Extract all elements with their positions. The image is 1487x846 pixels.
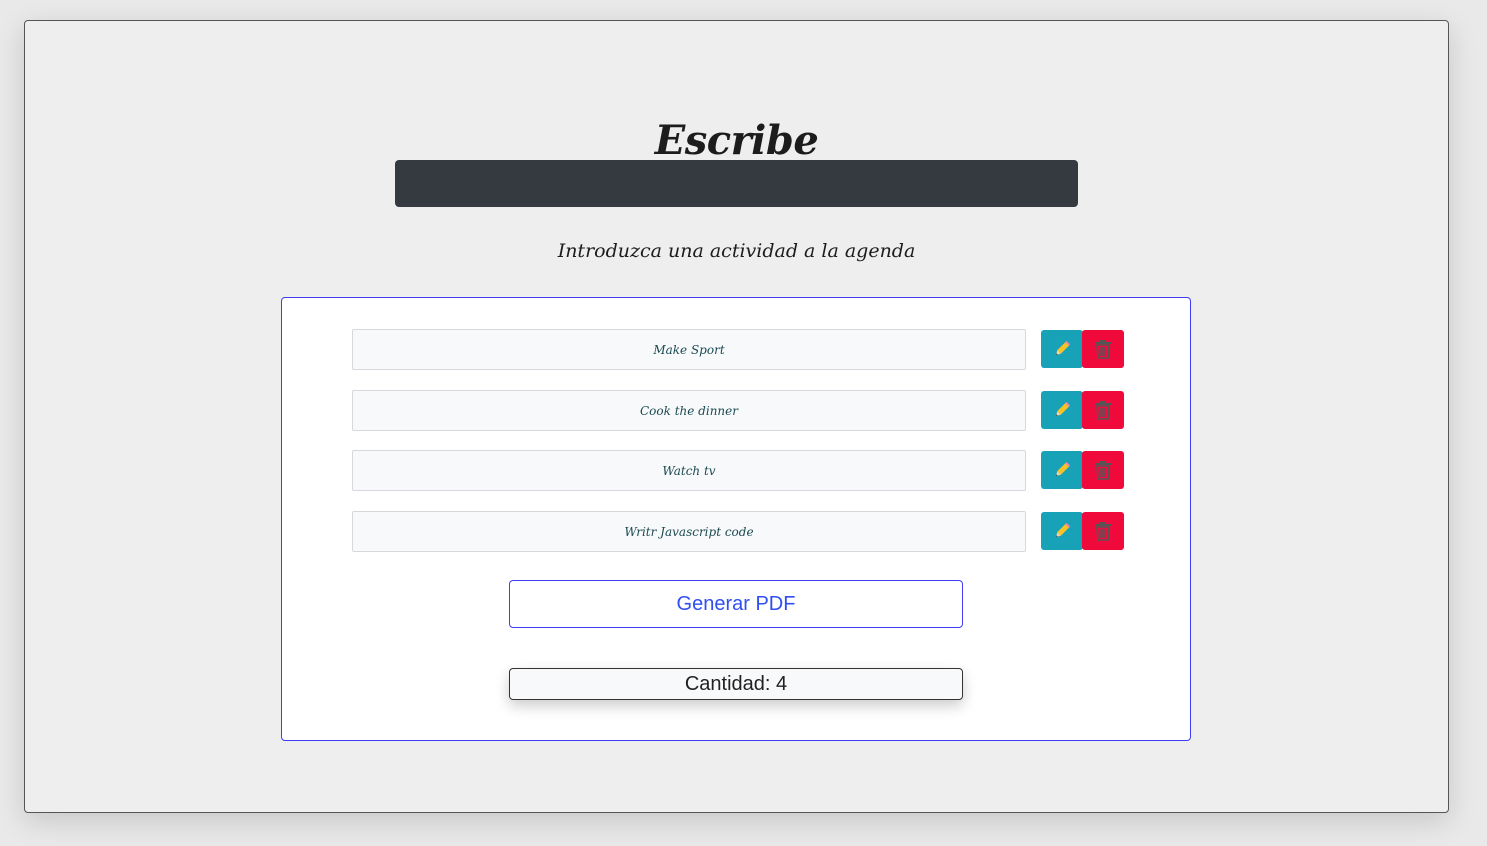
pencil-icon xyxy=(1055,522,1071,538)
edit-button[interactable] xyxy=(1041,512,1083,550)
pencil-icon xyxy=(1055,340,1071,356)
trash-icon xyxy=(1095,461,1111,480)
list-item: Make Sport xyxy=(352,329,1126,370)
list-item: Writr Javascript code xyxy=(352,511,1126,552)
generate-pdf-button[interactable]: Generar PDF xyxy=(509,580,963,628)
pencil-icon xyxy=(1055,461,1071,477)
pencil-icon xyxy=(1055,401,1071,417)
delete-button[interactable] xyxy=(1082,451,1124,489)
activity-text: Make Sport xyxy=(352,329,1026,370)
delete-button[interactable] xyxy=(1082,391,1124,429)
activity-input[interactable] xyxy=(395,160,1078,207)
edit-button[interactable] xyxy=(1041,451,1083,489)
page-title: Escribe xyxy=(654,117,819,164)
edit-button[interactable] xyxy=(1041,330,1083,368)
page-subtitle: Introduzca una actividad a la agenda xyxy=(557,240,916,262)
trash-icon xyxy=(1095,522,1111,541)
activity-text: Watch tv xyxy=(352,450,1026,491)
delete-button[interactable] xyxy=(1082,512,1124,550)
edit-button[interactable] xyxy=(1041,391,1083,429)
trash-icon xyxy=(1095,340,1111,359)
activity-text: Writr Javascript code xyxy=(352,511,1026,552)
count-display: Cantidad: 4 xyxy=(509,668,963,700)
delete-button[interactable] xyxy=(1082,330,1124,368)
activity-list-card: Make Sport Cook the dinner Watch tv Writ… xyxy=(281,297,1191,741)
activity-text: Cook the dinner xyxy=(352,390,1026,431)
trash-icon xyxy=(1095,401,1111,420)
list-item: Watch tv xyxy=(352,450,1126,491)
app-window: Escribe Introduzca una actividad a la ag… xyxy=(24,20,1449,813)
list-item: Cook the dinner xyxy=(352,390,1126,431)
